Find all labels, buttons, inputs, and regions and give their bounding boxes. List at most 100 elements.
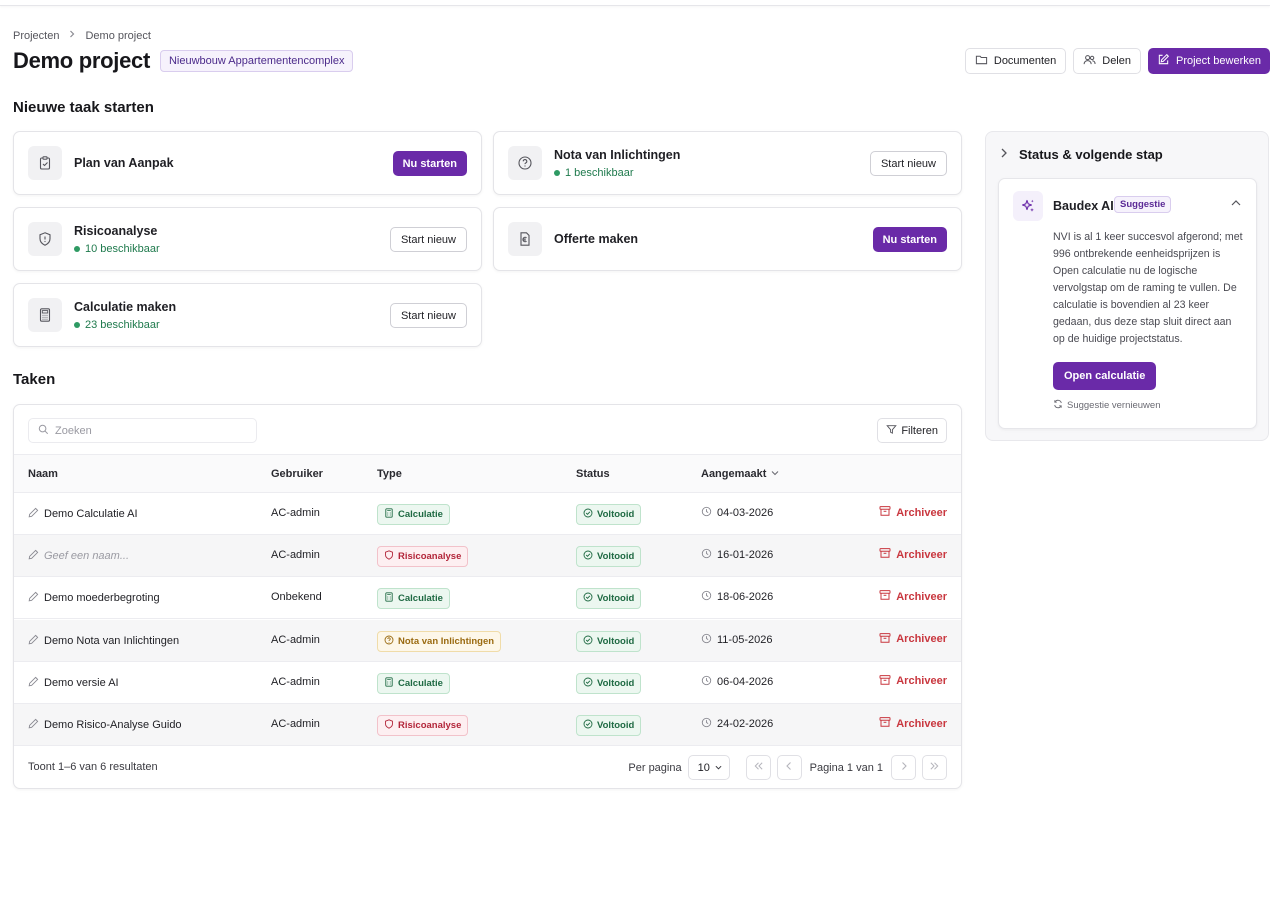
last-page-button[interactable] xyxy=(922,755,947,780)
refresh-suggestion-label: Suggestie vernieuwen xyxy=(1067,400,1161,411)
table-row[interactable]: Geef een naam... AC-admin Risicoanalyse Vol… xyxy=(14,535,961,578)
task-created: 04-03-2026 xyxy=(701,506,773,520)
pencil-icon[interactable] xyxy=(28,549,39,563)
task-name-cell[interactable]: Demo Calculatie AI xyxy=(28,507,138,521)
per-page-select[interactable]: 10 xyxy=(687,755,730,780)
archive-label: Archiveer xyxy=(896,590,947,603)
share-button[interactable]: Delen xyxy=(1073,48,1141,74)
task-card-nota-van-inlichtingen: Nota van Inlichtingen 1 beschikbaar Star… xyxy=(493,131,962,195)
start-risicoanalyse-button[interactable]: Start nieuw xyxy=(389,227,467,252)
task-name-cell[interactable]: Demo versie AI xyxy=(28,676,119,690)
archive-button[interactable]: Archiveer xyxy=(879,716,947,731)
task-user: AC-admin xyxy=(271,507,320,519)
task-card-plan-van-aanpak: Plan van Aanpak Nu starten xyxy=(13,131,482,195)
column-status[interactable]: Status xyxy=(576,468,610,480)
archive-button[interactable]: Archiveer xyxy=(879,674,947,689)
table-row[interactable]: Demo Calculatie AI AC-admin Calculatie Volt… xyxy=(14,493,961,535)
status-panel-header[interactable]: Status & volgende stap xyxy=(999,147,1163,162)
task-created-date: 24-02-2026 xyxy=(717,718,774,730)
pagination: Per pagina 10 Pagina 1 van 1 xyxy=(628,755,947,780)
filter-button[interactable]: Filteren xyxy=(877,418,947,443)
archive-label: Archiveer xyxy=(896,548,947,561)
start-offerte-maken-button[interactable]: Nu starten xyxy=(872,227,947,252)
task-name-cell[interactable]: Demo moederbegroting xyxy=(28,591,160,605)
per-page-label: Per pagina xyxy=(628,761,682,774)
task-name-cell[interactable]: Demo Nota van Inlichtingen xyxy=(28,634,179,648)
column-type[interactable]: Type xyxy=(377,468,402,480)
documents-button[interactable]: Documenten xyxy=(964,48,1067,74)
chevron-left-icon xyxy=(784,761,794,774)
breadcrumb-current: Demo project xyxy=(85,29,151,42)
clock-icon xyxy=(701,633,712,647)
filter-label: Filteren xyxy=(901,424,938,437)
breadcrumb: Projecten Demo project xyxy=(13,29,151,42)
task-user: Onbekend xyxy=(271,591,322,604)
start-calculatie-maken-button[interactable]: Start nieuw xyxy=(389,303,467,328)
start-plan-van-aanpak-button[interactable]: Nu starten xyxy=(392,151,467,176)
search-box[interactable] xyxy=(28,418,257,443)
next-page-button[interactable] xyxy=(891,755,916,780)
task-name: Demo versie AI xyxy=(44,676,119,689)
archive-button[interactable]: Archiveer xyxy=(879,632,947,647)
task-type-label: Nota van Inlichtingen xyxy=(398,635,495,647)
task-status-label: Voltooid xyxy=(597,677,635,689)
task-type-label: Risicoanalyse xyxy=(398,720,462,731)
table-row[interactable]: Demo Nota van Inlichtingen AC-admin Nota v… xyxy=(14,619,961,662)
task-created-date: 16-01-2026 xyxy=(717,549,774,562)
task-type-label: Calculatie xyxy=(398,509,443,520)
check-circle-icon xyxy=(583,635,593,648)
first-page-button[interactable] xyxy=(745,755,771,780)
chevron-up-icon[interactable] xyxy=(1230,197,1242,211)
pencil-icon[interactable] xyxy=(28,718,39,732)
availability-text: 10 beschikbaar xyxy=(85,243,160,255)
edit-project-label: Project bewerken xyxy=(1176,55,1261,67)
task-status-badge: Voltooid xyxy=(576,588,642,610)
clock-icon xyxy=(701,717,712,731)
pencil-icon[interactable] xyxy=(28,591,39,605)
archive-button[interactable]: Archiveer xyxy=(879,547,947,562)
column-user[interactable]: Gebruiker xyxy=(271,468,323,480)
ai-suggestion-card: Baudex AI Suggestie NVI is al 1 keer suc… xyxy=(998,178,1257,429)
pencil-icon[interactable] xyxy=(28,507,39,521)
shield-icon xyxy=(28,222,62,256)
task-created: 24-02-2026 xyxy=(701,717,773,731)
archive-button[interactable]: Archiveer xyxy=(879,589,947,604)
column-name[interactable]: Naam xyxy=(28,468,58,480)
refresh-suggestion-link[interactable]: Suggestie vernieuwen xyxy=(1053,399,1160,412)
table-footer: Toont 1–6 van 6 resultaten Per pagina 10… xyxy=(14,746,961,788)
archive-icon xyxy=(879,589,891,604)
archive-icon xyxy=(879,674,891,689)
chevron-right-icon[interactable] xyxy=(999,147,1009,162)
task-created: 06-04-2026 xyxy=(701,675,773,689)
suggestion-badge: Suggestie xyxy=(1114,196,1172,213)
task-type-badge: Calculatie xyxy=(377,672,450,694)
edit-project-button[interactable]: Project bewerken xyxy=(1148,48,1270,74)
folder-icon xyxy=(975,53,988,69)
table-row[interactable]: Demo Risico-Analyse Guido AC-admin Risicoa… xyxy=(14,704,961,746)
previous-page-button[interactable] xyxy=(776,755,802,780)
search-input[interactable] xyxy=(55,424,235,437)
sparkles-icon xyxy=(1013,191,1043,221)
chevron-right-icon xyxy=(67,29,77,42)
pencil-icon[interactable] xyxy=(28,676,39,690)
documents-label: Documenten xyxy=(993,55,1057,67)
task-name-cell[interactable]: Geef een naam... xyxy=(28,549,129,563)
task-card-offerte-maken: Offerte maken Nu starten xyxy=(493,207,962,271)
column-created[interactable]: Aangemaakt xyxy=(701,468,780,480)
archive-button[interactable]: Archiveer xyxy=(879,505,947,520)
task-card-calculatie-maken: Calculatie maken 23 beschikbaar Start ni… xyxy=(13,283,482,347)
table-row[interactable]: Demo versie AI AC-admin Calculatie Voltooid… xyxy=(14,662,961,704)
start-nota-van-inlichtingen-button[interactable]: Start nieuw xyxy=(869,151,947,176)
task-created: 16-01-2026 xyxy=(701,548,773,562)
task-created-date: 06-04-2026 xyxy=(717,675,774,688)
open-calculation-button[interactable]: Open calculatie xyxy=(1053,362,1157,390)
task-status-label: Voltooid xyxy=(597,509,635,520)
task-name-cell[interactable]: Demo Risico-Analyse Guido xyxy=(28,718,182,732)
calculator-icon xyxy=(384,592,394,605)
calculator-icon xyxy=(384,677,394,690)
task-status-label: Voltooid xyxy=(597,635,635,647)
breadcrumb-projects-link[interactable]: Projecten xyxy=(13,30,59,42)
table-row[interactable]: Demo moederbegroting Onbekend Calculatie Vo… xyxy=(14,577,961,620)
pencil-icon[interactable] xyxy=(28,634,39,648)
archive-icon xyxy=(879,716,891,731)
